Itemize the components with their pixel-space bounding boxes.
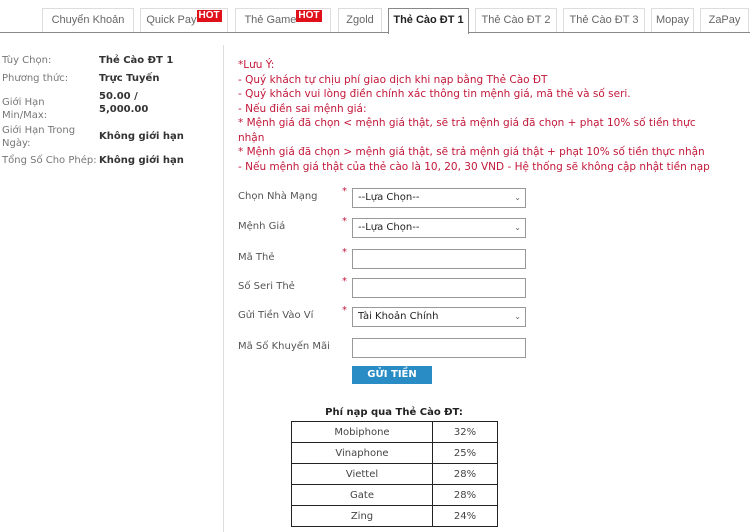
rate-cell: 28% [432, 463, 498, 485]
tab-label: Quick Pay [146, 14, 197, 26]
info-key: Tùy Chọn: [2, 55, 52, 66]
note-line: * Mệnh giá đã chọn > mệnh giá thật, sẽ t… [238, 146, 705, 158]
promo-row: Mã Số Khuyến Mãi [238, 338, 538, 358]
tab-label: Mopay [655, 14, 690, 26]
required-mark: * [342, 276, 347, 287]
network-cell: Mobiphone [291, 421, 433, 443]
table-row: Mobiphone 32% [291, 421, 498, 443]
table-row: Viettel 28% [291, 463, 498, 485]
note-line: * Mệnh giá đã chọn < mệnh giá thật, sẽ t… [238, 117, 696, 144]
rate-cell: 32% [432, 421, 498, 443]
note-line: *Lưu Ý: [238, 59, 275, 71]
select-value: --Lựa Chọn-- [358, 222, 420, 233]
denomination-row: Mệnh Giá * --Lựa Chọn-- ⌄ [238, 216, 538, 238]
required-mark: * [342, 247, 347, 258]
info-value: 50.00 / 5,000.00 [99, 91, 149, 115]
required-mark: * [342, 216, 347, 227]
info-key: Tổng Số Cho Phép: [2, 155, 97, 166]
tab-label: Thẻ Game [244, 14, 297, 26]
table-row: Vinaphone 25% [291, 442, 498, 464]
note-line: - Quý khách vui lòng điền chính xác thôn… [238, 88, 631, 100]
tab-chuyen-khoan[interactable]: Chuyển Khoản [42, 8, 134, 32]
network-label: Chọn Nhà Mạng [238, 191, 318, 202]
submit-button[interactable]: GỬI TIỀN [352, 366, 432, 384]
network-cell: Vinaphone [291, 442, 433, 464]
network-cell: Gate [291, 484, 433, 506]
denomination-label: Mệnh Giá [238, 221, 286, 232]
rate-cell: 25% [432, 442, 498, 464]
info-key: Phương thức: [2, 73, 69, 84]
network-cell: Zing [291, 505, 433, 527]
tab-the-cao-dt-3[interactable]: Thẻ Cào ĐT 3 [563, 8, 645, 32]
card-code-input[interactable] [352, 249, 526, 269]
denomination-select[interactable]: --Lựa Chọn-- ⌄ [352, 218, 526, 238]
promo-label: Mã Số Khuyến Mãi [238, 341, 330, 352]
tab-label: Chuyển Khoản [51, 14, 125, 26]
tab-the-game[interactable]: Thẻ Game HOT [235, 8, 331, 32]
payment-tabs: Chuyển Khoản Quick Pay HOT Thẻ Game HOT Zg… [0, 8, 750, 34]
tab-quick-pay[interactable]: Quick Pay HOT [140, 8, 228, 32]
tab-the-cao-dt-1[interactable]: Thẻ Cào ĐT 1 [388, 8, 469, 34]
card-code-label: Mã Thẻ [238, 252, 275, 263]
fees-title: Phí nạp qua Thẻ Cào ĐT: [325, 407, 463, 418]
tab-zgold[interactable]: Zgold [338, 8, 382, 32]
serial-label: Số Seri Thẻ [238, 281, 295, 292]
note-line: - Quý khách tự chịu phí giao dịch khi nạ… [238, 73, 548, 86]
tab-label: Zgold [346, 14, 374, 26]
note-line: - Nếu mệnh giá thật của thẻ cào là 10, 2… [238, 160, 710, 173]
wallet-row: Gửi Tiền Vào Ví * Tài Khoản Chính ⌄ [238, 305, 538, 327]
serial-input[interactable] [352, 278, 526, 298]
select-value: Tài Khoản Chính [358, 311, 439, 322]
divider [223, 45, 224, 532]
rate-cell: 28% [432, 484, 498, 506]
tab-the-cao-dt-2[interactable]: Thẻ Cào ĐT 2 [475, 8, 557, 32]
chevron-down-icon: ⌄ [514, 193, 521, 202]
promo-code-input[interactable] [352, 338, 526, 358]
info-key: Giới Hạn Trong Ngày: [2, 125, 76, 149]
tab-label: Thẻ Cào ĐT 3 [569, 14, 639, 26]
chevron-down-icon: ⌄ [514, 223, 521, 232]
tab-zapay[interactable]: ZaPay [700, 8, 749, 32]
note-line: - Nếu điền sai mệnh giá: [238, 102, 367, 115]
info-key: Giới Hạn Min/Max: [2, 97, 48, 121]
network-row: Chọn Nhà Mạng * --Lựa Chọn-- ⌄ [238, 186, 538, 208]
table-row: Zing 24% [291, 505, 498, 527]
table-row: Gate 28% [291, 484, 498, 506]
tab-label: Thẻ Cào ĐT 1 [393, 14, 464, 26]
wallet-select[interactable]: Tài Khoản Chính ⌄ [352, 307, 526, 327]
select-value: --Lựa Chọn-- [358, 192, 420, 203]
info-value: Không giới hạn [99, 155, 184, 166]
fees-table: Mobiphone 32% Vinaphone 25% Viettel 28% Gat… [291, 421, 498, 527]
hot-badge: HOT [296, 10, 322, 22]
network-select[interactable]: --Lựa Chọn-- ⌄ [352, 188, 526, 208]
network-cell: Viettel [291, 463, 433, 485]
required-mark: * [342, 305, 347, 316]
tab-label: Thẻ Cào ĐT 2 [481, 14, 551, 26]
required-mark: * [342, 186, 347, 197]
notes: *Lưu Ý: - Quý khách tự chịu phí giao dịc… [238, 58, 748, 174]
rate-cell: 24% [432, 505, 498, 527]
wallet-label: Gửi Tiền Vào Ví [238, 310, 314, 321]
serial-row: Số Seri Thẻ * [238, 276, 538, 298]
tab-label: ZaPay [708, 14, 741, 26]
hot-badge: HOT [196, 10, 222, 22]
info-value: Không giới hạn [99, 131, 184, 142]
info-value: Trực Tuyến [99, 73, 160, 84]
chevron-down-icon: ⌄ [514, 312, 521, 321]
info-value: Thẻ Cào ĐT 1 [99, 55, 174, 66]
tab-mopay[interactable]: Mopay [651, 8, 694, 32]
card-code-row: Mã Thẻ * [238, 247, 538, 269]
